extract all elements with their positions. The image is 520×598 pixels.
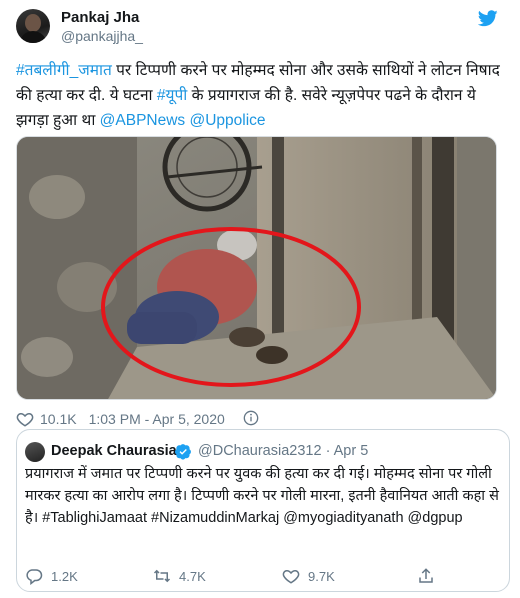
timestamp[interactable]: 1:03 PM - Apr 5, 2020 [89,411,225,427]
tweet-card: Pankaj Jha @pankajjha_ #तबलीगी_जमात पर ट… [0,0,520,598]
mention-link[interactable]: @Uppolice [190,112,266,129]
like-count[interactable]: 10.1K [40,411,77,427]
twitter-bird-icon[interactable] [478,10,498,27]
reply-count: 1.2K [51,568,78,584]
quoted-author-name[interactable]: Deepak Chaurasia [51,443,177,459]
tweet-meta: 10.1K 1:03 PM - Apr 5, 2020 [16,410,225,428]
like-count-quoted: 9.7K [308,568,335,584]
reply-action[interactable]: 1.2K [25,567,78,585]
retweet-icon[interactable] [153,567,171,585]
cctv-frame-illustration [17,137,496,399]
verified-badge-icon [175,444,191,460]
retweet-count: 4.7K [179,568,206,584]
tweet-media-image[interactable] [16,136,497,400]
hashtag-link[interactable]: #तबलीगी_जमात [16,62,112,79]
quoted-tweet[interactable]: Deepak Chaurasia @DChaurasia2312 · Apr 5… [16,429,510,592]
quoted-author-avatar[interactable] [25,442,45,462]
mention-link[interactable]: @ABPNews [100,112,186,129]
like-action[interactable]: 9.7K [282,567,335,585]
heart-icon[interactable] [16,410,34,428]
reply-icon[interactable] [25,567,43,585]
quoted-tweet-text: प्रयागराज में जमात पर टिप्पणी करने पर यु… [25,466,499,526]
heart-icon[interactable] [282,567,300,585]
author-name[interactable]: Pankaj Jha [61,9,139,26]
tweet-text: #तबलीगी_जमात पर टिप्पणी करने पर मोहम्मद … [16,58,506,133]
share-action[interactable] [417,567,435,585]
info-icon[interactable] [243,410,259,426]
author-handle[interactable]: @pankajjha_ [61,28,143,44]
share-icon[interactable] [417,567,435,585]
quoted-author-handle[interactable]: @DChaurasia2312 · Apr 5 [198,443,368,459]
author-avatar[interactable] [16,9,50,43]
retweet-action[interactable]: 4.7K [153,567,206,585]
hashtag-link[interactable]: #यूपी [157,87,187,104]
